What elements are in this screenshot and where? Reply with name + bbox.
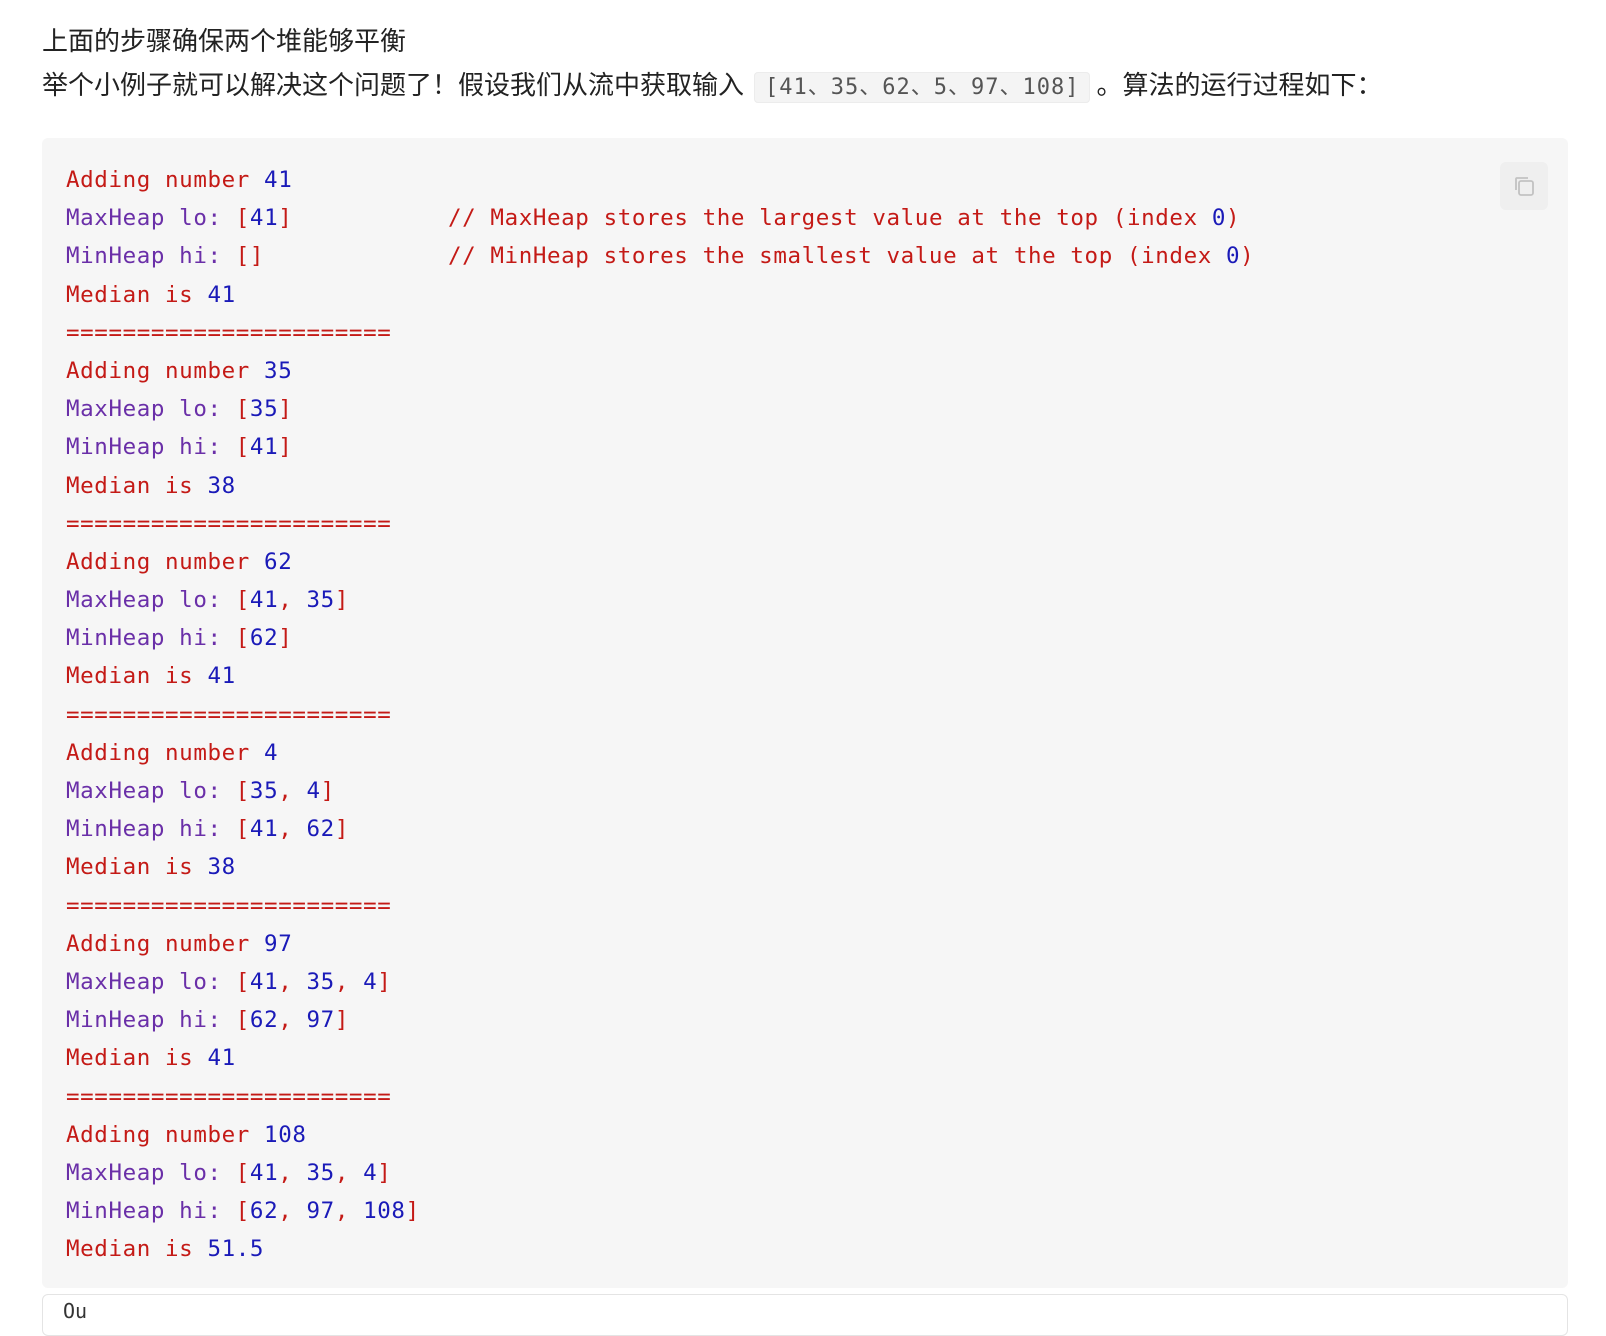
copy-icon <box>1515 177 1534 196</box>
code-lines: Adding number 41 MaxHeap lo: [41] // MaxH… <box>66 161 1254 1268</box>
code-line-minheap: MinHeap hi: [] // MinHeap stores the sma… <box>66 243 1255 270</box>
code-line-median: Median is 38 <box>66 854 236 881</box>
code-line-separator: ======================= <box>66 510 392 537</box>
code-line-median: Median is 38 <box>66 472 236 499</box>
code-line-adding: Adding number 41 <box>66 167 293 193</box>
copy-button[interactable] <box>1500 162 1548 210</box>
code-line-maxheap: MaxHeap lo: [41] // MaxHeap stores the l… <box>66 205 1241 232</box>
code-line-minheap: MinHeap hi: [41] <box>66 434 293 461</box>
code-line-median: Median is 51.5 <box>66 1236 265 1263</box>
intro-text-after: 。算法的运行过程如下： <box>1096 71 1383 101</box>
code-line-maxheap: MaxHeap lo: [35] <box>66 396 293 423</box>
code-line-minheap: MinHeap hi: [62] <box>66 625 293 652</box>
code-line-median: Median is 41 <box>66 1045 236 1072</box>
code-line-maxheap: MaxHeap lo: [41, 35, 4] <box>66 1159 392 1186</box>
code-line-maxheap: MaxHeap lo: [35, 4] <box>66 778 335 804</box>
code-line-minheap: MinHeap hi: [41, 62] <box>66 816 349 843</box>
intro-paragraph-2: 举个小例子就可以解决这个问题了！假设我们从流中获取输入 [41、35、62、5、9… <box>42 66 1382 108</box>
code-line-minheap: MinHeap hi: [62, 97] <box>66 1007 349 1034</box>
intro-text-before: 举个小例子就可以解决这个问题了！假设我们从流中获取输入 <box>42 71 745 101</box>
code-line-separator: ======================= <box>66 892 392 919</box>
code-line-maxheap: MaxHeap lo: [41, 35, 4] <box>66 968 392 995</box>
code-line-maxheap: MaxHeap lo: [41, 35] <box>66 587 349 614</box>
next-code-block: Ou <box>42 1294 1568 1336</box>
code-line-adding: Adding number 62 <box>66 548 293 575</box>
code-line-adding: Adding number 4 <box>66 739 279 766</box>
code-line-median: Median is 41 <box>66 663 236 690</box>
inline-code-input: [41、35、62、5、97、108] <box>754 72 1091 103</box>
code-line-separator: ======================= <box>66 701 392 728</box>
next-block-text: Ou <box>63 1299 88 1323</box>
code-line-adding: Adding number 108 <box>66 1121 307 1148</box>
code-line-adding: Adding number 35 <box>66 357 293 384</box>
code-line-separator: ======================= <box>66 319 392 346</box>
code-block: Adding number 41 MaxHeap lo: [41] // MaxH… <box>42 138 1568 1288</box>
intro-paragraph-1: 上面的步骤确保两个堆能够平衡 <box>42 27 407 57</box>
code-line-minheap: MinHeap hi: [62, 97, 108] <box>66 1198 420 1225</box>
code-line-median: Median is 41 <box>66 281 236 308</box>
code-line-adding: Adding number 97 <box>66 930 293 957</box>
code-line-separator: ======================= <box>66 1083 392 1110</box>
